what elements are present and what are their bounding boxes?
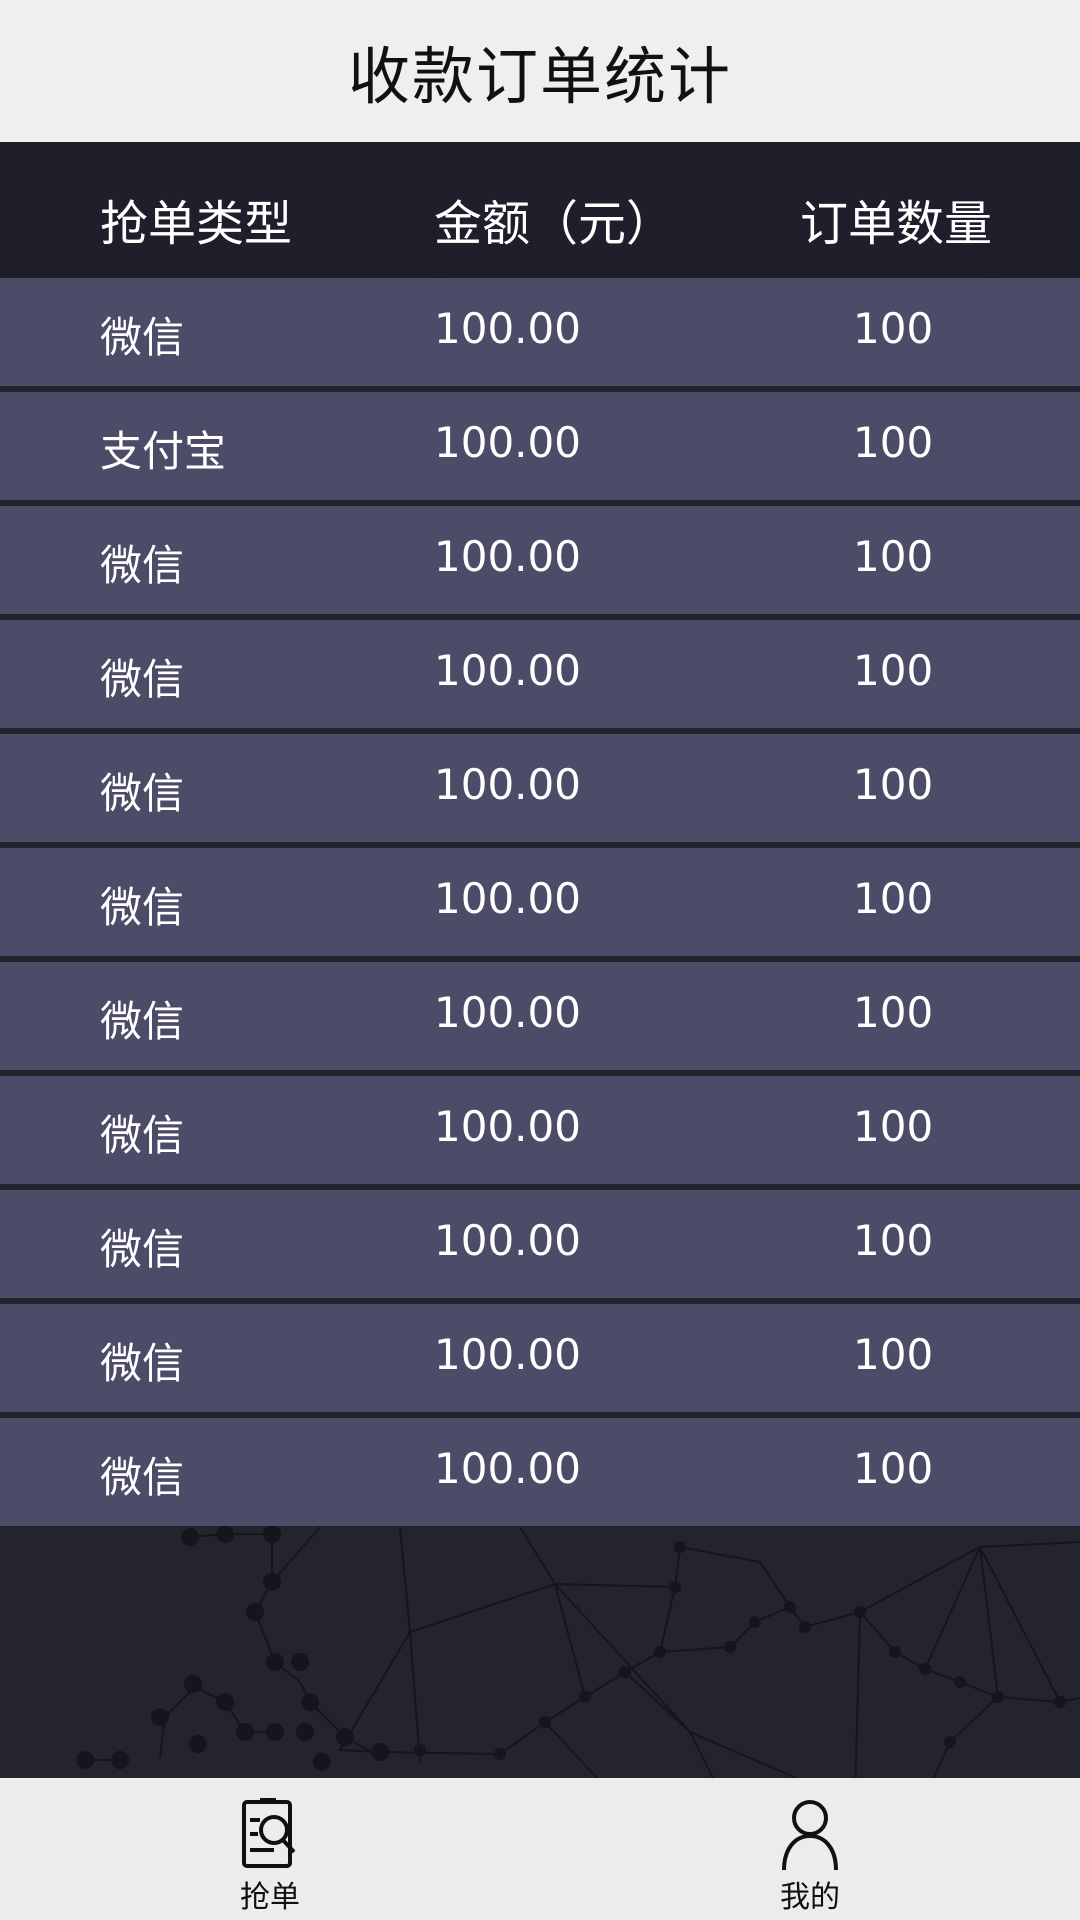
cell-type: 微信 [100, 1453, 185, 1502]
table-row: 微信 100.00 100 [0, 1418, 1080, 1526]
table-row: 微信 100.00 100 [0, 620, 1080, 728]
cell-type: 微信 [100, 1225, 185, 1274]
cell-count: 100 [853, 1330, 934, 1379]
table-row: 微信 100.00 100 [0, 848, 1080, 956]
user-icon [782, 1800, 838, 1871]
order-stats-page: 收款订单统计 抢单类型 金额（元） 订单数量 微信 100.00 100 支付宝… [0, 0, 1080, 1920]
table-header: 抢单类型 金额（元） 订单数量 [0, 142, 1080, 278]
table-row: 微信 100.00 100 [0, 1190, 1080, 1298]
cell-count: 100 [853, 988, 934, 1037]
cell-amount: 100.00 [434, 760, 581, 809]
page-title: 收款订单统计 [347, 40, 732, 113]
cell-amount: 100.00 [434, 1216, 581, 1265]
column-header-type: 抢单类型 [100, 196, 293, 252]
cell-type: 微信 [100, 1339, 185, 1388]
table-row: 微信 100.00 100 [0, 1304, 1080, 1412]
cell-amount: 100.00 [434, 1102, 581, 1151]
column-header-amount: 金额（元） [434, 196, 675, 252]
table-row: 微信 100.00 100 [0, 734, 1080, 842]
cell-count: 100 [853, 418, 934, 467]
nav-item-mine[interactable]: 我的 [540, 1778, 1080, 1920]
table-row: 微信 100.00 100 [0, 1076, 1080, 1184]
cell-type: 支付宝 [100, 427, 227, 476]
table-row: 支付宝 100.00 100 [0, 392, 1080, 500]
order-stats-table: 抢单类型 金额（元） 订单数量 微信 100.00 100 支付宝 100.00 100 微… [0, 142, 1080, 1532]
cell-count: 100 [853, 1102, 934, 1151]
cell-type: 微信 [100, 769, 185, 818]
table-row: 微信 100.00 100 [0, 506, 1080, 614]
nav-item-grab-order[interactable]: 抢单 [0, 1778, 540, 1920]
cell-amount: 100.00 [434, 418, 581, 467]
bottom-nav: 抢单 我的 [0, 1778, 1080, 1920]
cell-count: 100 [853, 532, 934, 581]
cell-amount: 100.00 [434, 1330, 581, 1379]
cell-type: 微信 [100, 655, 185, 704]
cell-amount: 100.00 [434, 988, 581, 1037]
cell-type: 微信 [100, 883, 185, 932]
table-row: 微信 100.00 100 [0, 962, 1080, 1070]
cell-type: 微信 [100, 1111, 185, 1160]
cell-count: 100 [853, 304, 934, 353]
cell-count: 100 [853, 760, 934, 809]
cell-amount: 100.00 [434, 532, 581, 581]
cell-type: 微信 [100, 313, 185, 362]
table-body: 微信 100.00 100 支付宝 100.00 100 微信 100.00 100 微信 100.… [0, 278, 1080, 1526]
cell-count: 100 [853, 1216, 934, 1265]
app-header: 收款订单统计 [0, 0, 1080, 142]
cell-type: 微信 [100, 541, 185, 590]
cell-count: 100 [853, 646, 934, 695]
column-header-count: 订单数量 [800, 196, 993, 252]
table-row: 微信 100.00 100 [0, 278, 1080, 386]
cell-type: 微信 [100, 997, 185, 1046]
order-search-icon [242, 1798, 296, 1868]
cell-count: 100 [853, 874, 934, 923]
cell-amount: 100.00 [434, 874, 581, 923]
cell-amount: 100.00 [434, 304, 581, 353]
cell-count: 100 [853, 1444, 934, 1493]
nav-label-mine: 我的 [780, 1880, 840, 1915]
nav-label-grab-order: 抢单 [240, 1880, 300, 1915]
cell-amount: 100.00 [434, 646, 581, 695]
cell-amount: 100.00 [434, 1444, 581, 1493]
